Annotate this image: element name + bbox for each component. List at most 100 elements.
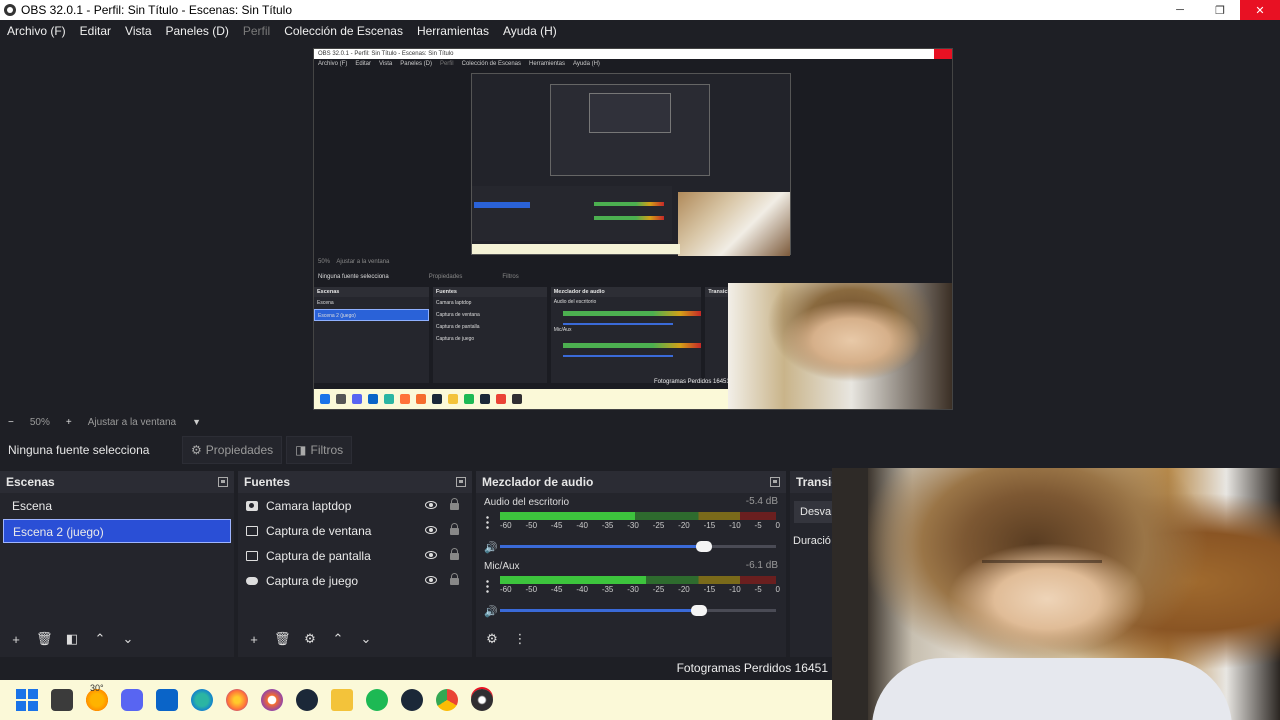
minimize-button[interactable]: ─ [1160, 0, 1200, 20]
visibility-eye-icon[interactable] [425, 576, 437, 584]
volume-slider[interactable] [500, 605, 776, 616]
menu-herramientas[interactable]: Herramientas [410, 24, 496, 38]
undock-icon[interactable] [456, 477, 466, 487]
close-button[interactable]: ✕ [1240, 0, 1280, 20]
lock-icon[interactable] [450, 573, 459, 585]
undock-icon[interactable] [218, 477, 228, 487]
fit-to-window[interactable]: Ajustar a la ventana [80, 417, 184, 428]
remove-scene-icon[interactable]: 🗑 [36, 631, 53, 647]
source-item[interactable]: Captura de pantalla [238, 543, 472, 568]
mixer-menu-icon[interactable]: ⋮ [512, 631, 528, 647]
volume-slider-fill [500, 609, 699, 612]
scene-item-selected[interactable]: Escena 2 (juego) [3, 519, 231, 543]
nested-frames: Fotogramas Perdidos 16451 [654, 379, 730, 385]
menu-coleccion-escenas[interactable]: Colección de Escenas [277, 24, 410, 38]
visibility-eye-icon[interactable] [425, 551, 437, 559]
volume-slider[interactable] [500, 541, 776, 552]
store-icon[interactable] [156, 689, 178, 711]
window-icon [246, 525, 258, 536]
visibility-eye-icon[interactable] [425, 501, 437, 509]
volume-slider-knob[interactable] [691, 605, 707, 616]
source-item[interactable]: Captura de juego [238, 568, 472, 593]
file-icon[interactable] [51, 689, 73, 711]
nested-context-bar: Ninguna fuente selecciona Propiedades Fi… [314, 271, 952, 283]
sources-title: Fuentes [244, 475, 291, 489]
restore-button[interactable]: ❐ [1200, 0, 1240, 20]
nested-steam-icon [432, 394, 442, 404]
move-up-icon[interactable]: ⌃ [92, 631, 108, 647]
lock-icon[interactable] [450, 498, 459, 510]
level-meter-fill [500, 512, 635, 520]
source-properties-icon[interactable]: ⚙ [302, 631, 318, 647]
window-title: OBS 32.0.1 - Perfil: Sin Título - Escena… [21, 3, 293, 17]
zoom-out-button[interactable]: − [0, 417, 22, 428]
volume-slider-knob[interactable] [696, 541, 712, 552]
meter-tick: -30 [627, 585, 639, 594]
channel-menu-icon[interactable] [486, 579, 489, 593]
transition-duration-label: Duració [793, 535, 831, 547]
start-icon[interactable] [16, 689, 38, 711]
folder-icon[interactable] [331, 689, 353, 711]
discord-icon[interactable] [121, 689, 143, 711]
edge-icon[interactable] [191, 689, 213, 711]
move-down-icon[interactable]: ⌄ [358, 631, 374, 647]
add-source-icon[interactable]: + [246, 632, 262, 647]
zoom-in-button[interactable]: + [58, 417, 80, 428]
source-item[interactable]: Camara laptdop [238, 493, 472, 518]
preview-canvas[interactable]: OBS 32.0.1 - Perfil: Sin Título - Escena… [313, 48, 953, 410]
nested-mini-selection [474, 202, 530, 208]
lock-icon[interactable] [450, 548, 459, 560]
menu-editar[interactable]: Editar [73, 24, 118, 38]
nested-no-source: Ninguna fuente selecciona [318, 274, 389, 280]
move-down-icon[interactable]: ⌄ [120, 631, 136, 647]
obs-icon[interactable] [471, 689, 493, 711]
nested-menu-item: Archivo (F) [318, 61, 348, 67]
remove-source-icon[interactable]: 🗑 [274, 631, 291, 647]
undock-icon[interactable] [770, 477, 780, 487]
nested-scene-item: Escena 2 (juego) [314, 309, 429, 321]
nested-webcam-overlay [728, 283, 952, 409]
status-bar: Fotogramas Perdidos 16451 [0, 658, 832, 680]
meter-tick: 0 [775, 521, 780, 530]
deeper-preview [550, 84, 710, 176]
weather-icon[interactable]: 30° [86, 683, 108, 711]
nested-mini-taskbar [472, 244, 680, 254]
add-scene-icon[interactable]: + [8, 632, 24, 647]
nested-desktop-audio: Audio del escritorio [553, 299, 597, 305]
source-item[interactable]: Captura de ventana [238, 518, 472, 543]
menu-archivo[interactable]: Archivo (F) [0, 24, 73, 38]
scenes-title: Escenas [6, 475, 55, 489]
firefox-icon[interactable] [226, 689, 248, 711]
spotify-icon[interactable] [366, 689, 388, 711]
visibility-eye-icon[interactable] [425, 526, 437, 534]
menu-paneles[interactable]: Paneles (D) [159, 24, 236, 38]
meter-tick: -25 [652, 585, 665, 594]
nested-desktop-meter [562, 311, 701, 316]
menu-perfil[interactable]: Perfil [236, 24, 277, 38]
filters-button[interactable]: ◨ Filtros [286, 436, 353, 464]
meter-tick: -10 [729, 521, 741, 530]
nested-sources-dock: Fuentes Camara laptdop Captura de ventan… [432, 287, 547, 383]
speaker-icon[interactable]: 🔊 [484, 605, 498, 618]
channel-menu-icon[interactable] [486, 515, 489, 529]
transition-select[interactable]: Desva [794, 501, 832, 523]
properties-button[interactable]: ⚙ Propiedades [182, 436, 283, 464]
menu-vista[interactable]: Vista [118, 24, 158, 38]
steam-icon[interactable] [296, 689, 318, 711]
advanced-audio-icon[interactable]: ⚙ [484, 631, 500, 647]
zoom-dropdown-icon[interactable]: ▼ [184, 417, 209, 427]
scene-item[interactable]: Escena [3, 494, 231, 518]
nested-mic-meter [562, 343, 701, 348]
menu-ayuda[interactable]: Ayuda (H) [496, 24, 564, 38]
source-label: Captura de juego [266, 573, 359, 588]
steam2-icon[interactable] [401, 689, 423, 711]
preview-area: OBS 32.0.1 - Perfil: Sin Título - Escena… [0, 42, 1280, 412]
title-bar: OBS 32.0.1 - Perfil: Sin Título - Escena… [0, 0, 1280, 20]
lock-icon[interactable] [450, 523, 459, 535]
speaker-icon[interactable]: 🔊 [484, 541, 498, 554]
origin-icon[interactable] [261, 689, 283, 711]
chrome-icon[interactable] [436, 689, 458, 711]
nested-source-item: Captura de ventana [435, 312, 480, 318]
move-up-icon[interactable]: ⌃ [330, 631, 346, 647]
scene-filters-icon[interactable]: ◧ [64, 631, 80, 647]
